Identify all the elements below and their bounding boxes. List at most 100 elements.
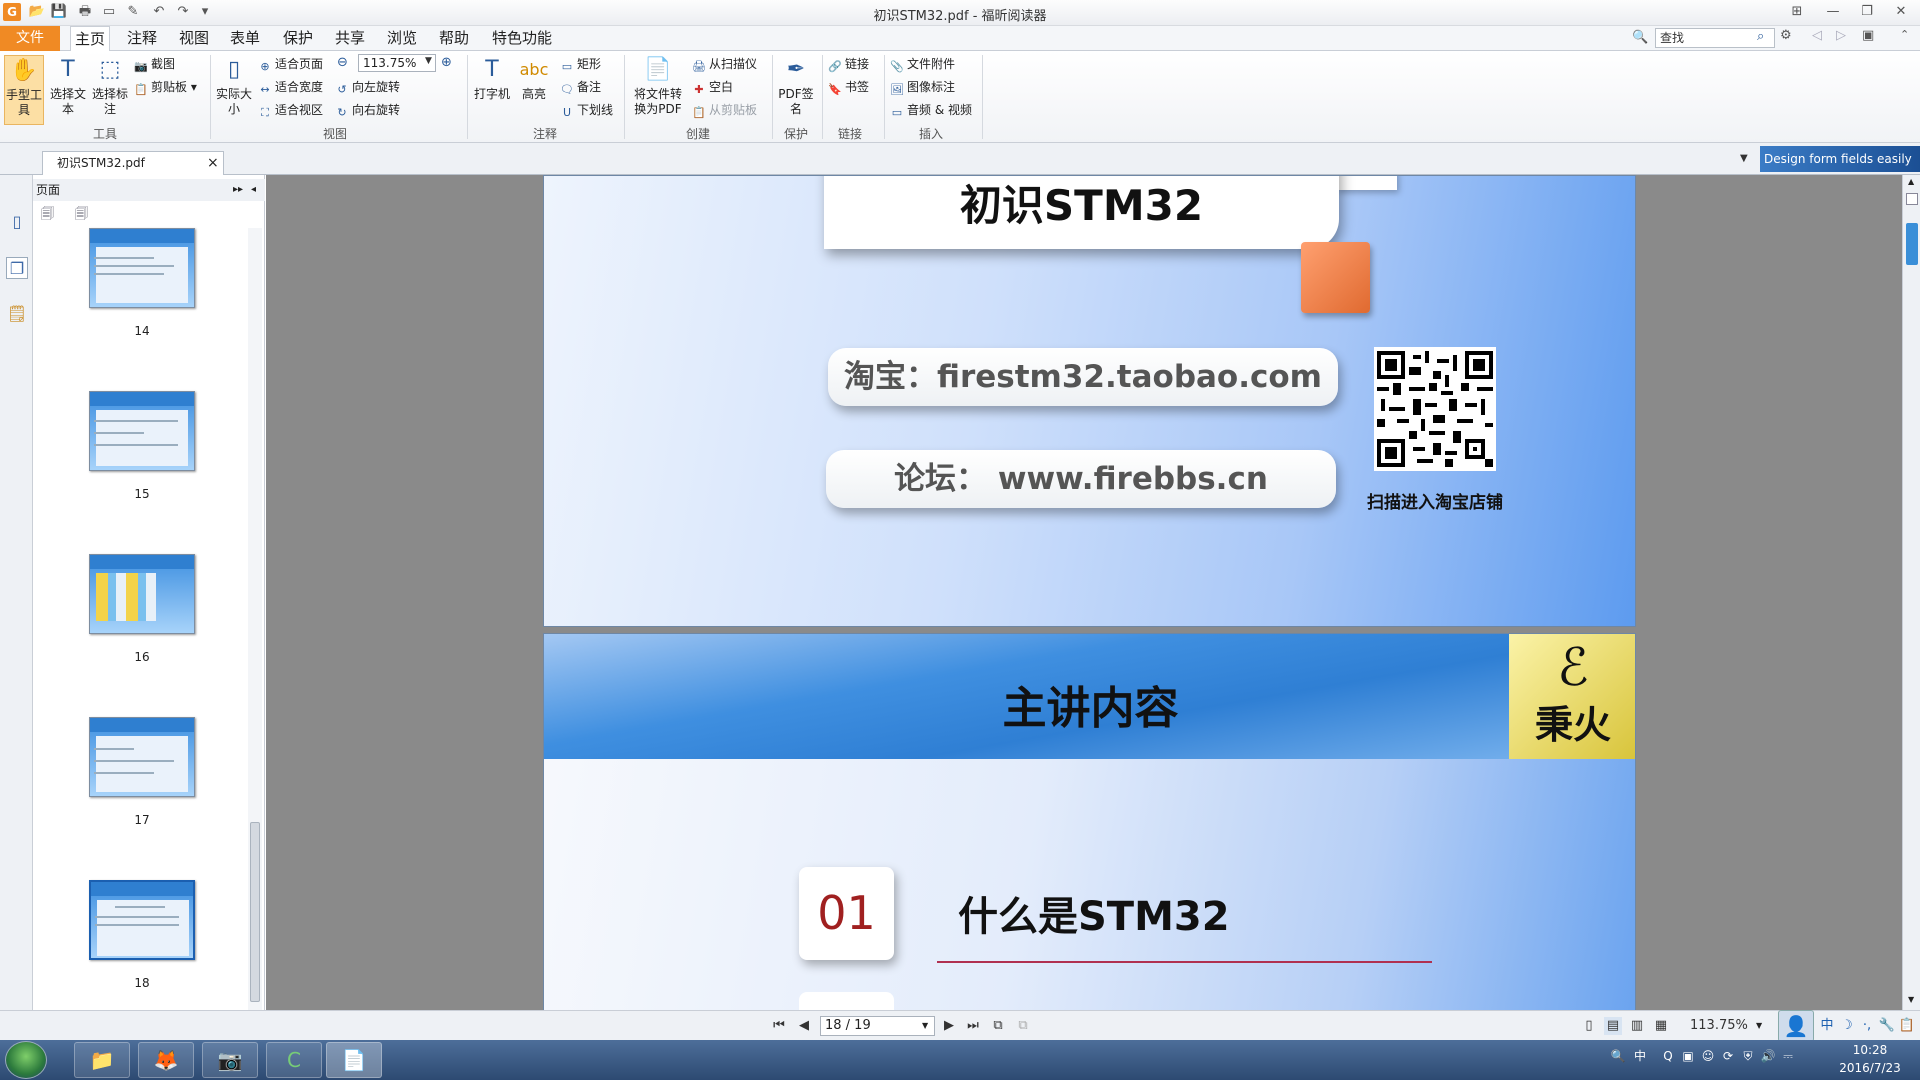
thumbnails-icon[interactable]: ❐ bbox=[6, 257, 28, 279]
underline-button[interactable]: U 下划线 bbox=[560, 101, 613, 119]
typewriter-button[interactable]: T 打字机 bbox=[472, 55, 512, 125]
convert-to-pdf-button[interactable]: 📄 将文件转换为PDF bbox=[630, 55, 686, 125]
page-thumbnail[interactable] bbox=[89, 554, 195, 634]
continuous-icon[interactable]: ▤ bbox=[1604, 1017, 1622, 1035]
volume-tray-icon[interactable]: 🔊 bbox=[1760, 1048, 1776, 1064]
avatar[interactable]: 👤 bbox=[1778, 1010, 1814, 1042]
document-scrollbar[interactable]: ▲ ▼ bbox=[1902, 175, 1920, 1010]
panel-scroll-thumb[interactable] bbox=[250, 822, 260, 1002]
actual-size-button[interactable]: ▯ 实际大小 bbox=[214, 55, 254, 125]
page-dropdown-icon[interactable]: ▼ bbox=[922, 1021, 928, 1030]
split-handle[interactable] bbox=[1906, 193, 1918, 205]
next-view-icon[interactable]: ⧉ bbox=[1014, 1017, 1032, 1035]
page-thumbnail[interactable] bbox=[89, 391, 195, 471]
document-view[interactable]: 初识STM32 淘宝：firestm32.taobao.com 论坛： www.… bbox=[266, 175, 1902, 1010]
settings-icon[interactable]: ⚙ bbox=[1780, 28, 1792, 43]
promo-banner[interactable]: Design form fields easily bbox=[1760, 146, 1920, 172]
menu-file[interactable]: 文件 bbox=[0, 26, 60, 51]
select-annotation-button[interactable]: ⬚ 选择标注 bbox=[90, 55, 130, 125]
firefox-taskbar-icon[interactable]: 🦊 bbox=[138, 1042, 194, 1078]
pdf-sign-button[interactable]: ✒ PDF签名 bbox=[776, 55, 816, 125]
previous-page-icon[interactable]: ◀ bbox=[795, 1017, 813, 1035]
menu-comment[interactable]: 注释 bbox=[122, 26, 162, 51]
panel-collapse-icon[interactable]: ◂ bbox=[251, 179, 256, 201]
from-clipboard-button[interactable]: 📋 从剪贴板 bbox=[692, 101, 757, 119]
clock-time[interactable]: 10:28 bbox=[1830, 1043, 1910, 1057]
bookmark-button[interactable]: 🔖 书签 bbox=[828, 78, 869, 96]
clipboard-button[interactable]: 📋 剪贴板 ▾ bbox=[134, 78, 197, 96]
zoom-dropdown-icon[interactable]: ▼ bbox=[425, 56, 432, 66]
moon-icon[interactable]: ☽ bbox=[1838, 1017, 1856, 1035]
page-number-input[interactable]: 18 / 19 bbox=[820, 1016, 935, 1036]
wrench-icon[interactable]: 🔧 bbox=[1878, 1017, 1896, 1035]
layout-icon[interactable]: ⊞ bbox=[1782, 2, 1812, 22]
zoom-in-thumbnail-icon[interactable]: 🗐 bbox=[75, 205, 88, 227]
ime-icon[interactable]: 中 bbox=[1818, 1017, 1836, 1035]
zoom-dropdown-icon[interactable]: ▼ bbox=[1756, 1021, 1762, 1030]
panel-toggle-icon[interactable]: ▣ bbox=[1862, 28, 1874, 43]
find-folder-icon[interactable]: 🔍 bbox=[1632, 30, 1648, 45]
zoom-in-icon[interactable]: ⊕ bbox=[441, 55, 452, 70]
blank-button[interactable]: ✚ 空白 bbox=[692, 78, 733, 96]
first-page-icon[interactable]: ⏮ bbox=[770, 1017, 788, 1035]
chat-tray-icon[interactable]: ☺ bbox=[1700, 1048, 1716, 1064]
rotate-left-button[interactable]: ↺ 向左旋转 bbox=[335, 78, 400, 96]
collapse-ribbon-icon[interactable]: ⌃ bbox=[1900, 28, 1909, 41]
link-button[interactable]: 🔗 链接 bbox=[828, 55, 869, 73]
forum-link[interactable]: 论坛： www.firebbs.cn bbox=[826, 450, 1336, 508]
document-scroll-thumb[interactable] bbox=[1906, 223, 1918, 265]
continuous-facing-icon[interactable]: ▦ bbox=[1652, 1017, 1670, 1035]
security-tray-icon[interactable]: ⛨ bbox=[1740, 1048, 1756, 1064]
page-thumbnail-current[interactable] bbox=[89, 880, 195, 960]
rectangle-button[interactable]: ▭ 矩形 bbox=[560, 55, 601, 73]
clipboard-icon[interactable]: 📋 bbox=[1898, 1017, 1916, 1035]
back-icon[interactable]: ◁ bbox=[1812, 28, 1822, 43]
panel-scrollbar[interactable] bbox=[248, 228, 262, 1010]
network-tray-icon[interactable]: ⎓ bbox=[1780, 1048, 1796, 1064]
start-button[interactable] bbox=[5, 1041, 47, 1079]
menu-share[interactable]: 共享 bbox=[330, 26, 370, 51]
punctuation-icon[interactable]: ·, bbox=[1858, 1017, 1876, 1035]
file-attachment-button[interactable]: 📎 文件附件 bbox=[890, 55, 955, 73]
note-button[interactable]: 🗨 备注 bbox=[560, 78, 601, 96]
scroll-up-icon[interactable]: ▲ bbox=[1908, 177, 1914, 186]
minimize-button[interactable]: — bbox=[1818, 2, 1848, 22]
hand-tool-button[interactable]: ✋ 手型工具 bbox=[4, 55, 44, 125]
status-zoom[interactable]: 113.75% bbox=[1690, 1018, 1748, 1033]
scroll-down-icon[interactable]: ▼ bbox=[1908, 995, 1914, 1004]
ime-tray-icon[interactable]: 中 bbox=[1632, 1048, 1648, 1064]
fit-visible-button[interactable]: ⛶ 适合视区 bbox=[258, 101, 323, 119]
single-page-icon[interactable]: ▯ bbox=[1580, 1017, 1598, 1035]
foxit-taskbar-icon[interactable]: 📄 bbox=[326, 1042, 382, 1078]
search-tray-icon[interactable]: 🔍 bbox=[1610, 1048, 1626, 1064]
taobao-link[interactable]: 淘宝：firestm32.taobao.com bbox=[828, 348, 1338, 406]
qq-tray-icon[interactable]: Q bbox=[1660, 1048, 1676, 1064]
highlight-button[interactable]: abc 高亮 bbox=[514, 55, 554, 125]
update-tray-icon[interactable]: ⟳ bbox=[1720, 1048, 1736, 1064]
clock-date[interactable]: 2016/7/23 bbox=[1830, 1061, 1910, 1075]
audio-video-button[interactable]: ▭ 音频 & 视频 bbox=[890, 101, 972, 119]
panel-expand-icon[interactable]: ▸▸ bbox=[233, 179, 243, 201]
webcam-taskbar-icon[interactable]: 📷 bbox=[202, 1042, 258, 1078]
network-drive-tray-icon[interactable]: ▣ bbox=[1680, 1048, 1696, 1064]
from-scanner-button[interactable]: 🖨 从扫描仪 bbox=[692, 55, 757, 73]
fit-width-button[interactable]: ↔ 适合宽度 bbox=[258, 78, 323, 96]
menu-home[interactable]: 主页 bbox=[70, 26, 110, 52]
snapshot-button[interactable]: 📷 截图 bbox=[134, 55, 175, 73]
search-icon[interactable]: ⌕ bbox=[1757, 29, 1764, 44]
zoom-out-icon[interactable]: ⊖ bbox=[337, 55, 348, 70]
image-annotation-button[interactable]: 🖼 图像标注 bbox=[890, 78, 955, 96]
menu-help[interactable]: 帮助 bbox=[434, 26, 474, 51]
menu-view[interactable]: 视图 bbox=[174, 26, 214, 51]
previous-view-icon[interactable]: ⧉ bbox=[989, 1017, 1007, 1035]
camtasia-taskbar-icon[interactable]: C bbox=[266, 1042, 322, 1078]
menu-protect[interactable]: 保护 bbox=[278, 26, 318, 51]
forward-icon[interactable]: ▷ bbox=[1836, 28, 1846, 43]
menu-browse[interactable]: 浏览 bbox=[382, 26, 422, 51]
page-thumbnail[interactable] bbox=[89, 717, 195, 797]
zoom-out-thumbnail-icon[interactable]: 🗐 bbox=[41, 205, 54, 227]
rotate-right-button[interactable]: ↻ 向右旋转 bbox=[335, 101, 400, 119]
tab-list-dropdown-icon[interactable]: ▼ bbox=[1740, 153, 1748, 164]
pages-panel-icon[interactable]: ▯ bbox=[6, 211, 28, 233]
menu-form[interactable]: 表单 bbox=[225, 26, 265, 51]
